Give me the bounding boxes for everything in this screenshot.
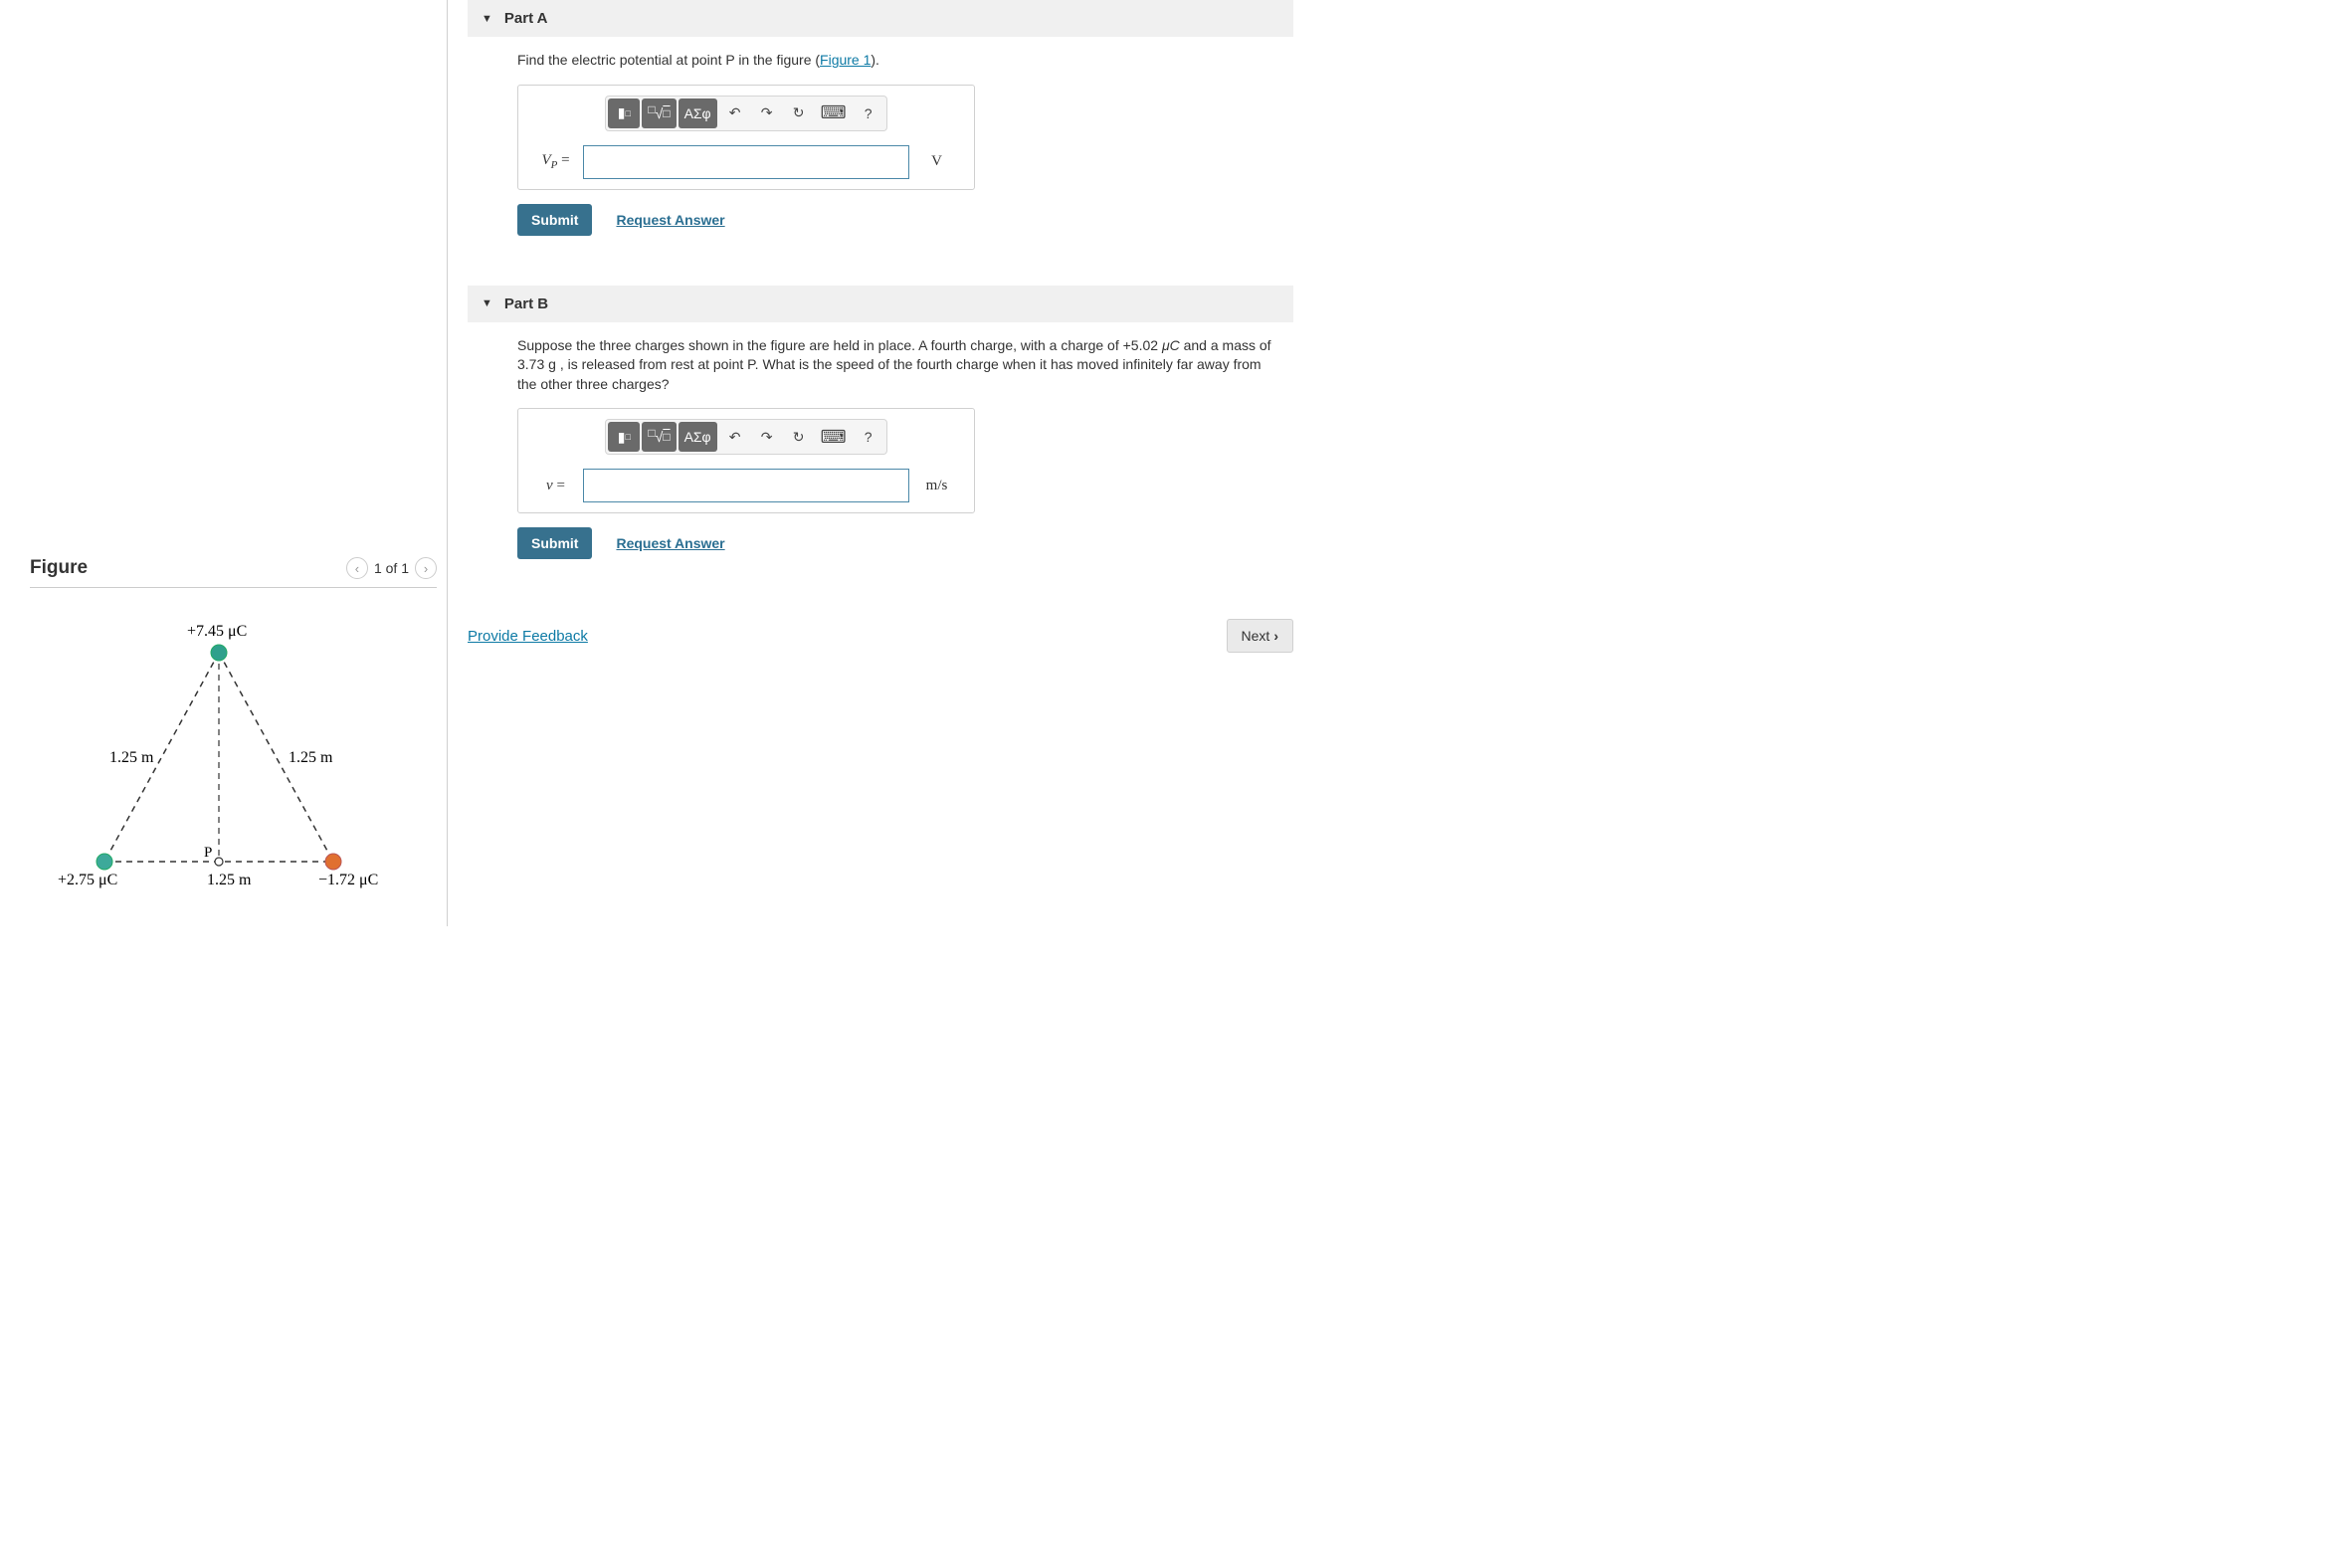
reset-icon[interactable]: ↻ <box>783 98 815 128</box>
part-b-unit: m/s <box>909 478 964 494</box>
part-b-prompt: Suppose the three charges shown in the f… <box>517 336 1273 395</box>
help-icon[interactable]: ? <box>853 98 884 128</box>
part-a-title: Part A <box>504 10 548 27</box>
keyboard-icon[interactable]: ⌨ <box>815 422 853 452</box>
part-b-answer-box: ▮□ □√□ ΑΣφ ↶ ↷ ↻ ⌨ ? v = m/s <box>517 408 975 513</box>
svg-text:−1.72 μC: −1.72 μC <box>318 872 378 888</box>
part-b-header[interactable]: ▼ Part B <box>468 286 1293 322</box>
next-button[interactable]: Next› <box>1227 619 1293 653</box>
keyboard-icon[interactable]: ⌨ <box>815 98 853 128</box>
figure-diagram: +7.45 μC +2.75 μC −1.72 μC 1.25 m 1.25 m… <box>30 608 408 906</box>
figure-prev-button[interactable]: ‹ <box>346 557 368 579</box>
sqrt-icon[interactable]: □√□ <box>642 98 676 128</box>
greek-button[interactable]: ΑΣφ <box>679 98 717 128</box>
reset-icon[interactable]: ↻ <box>783 422 815 452</box>
part-b-var-label: v = <box>528 478 583 494</box>
part-b-answer-input[interactable] <box>583 469 909 502</box>
svg-text:+2.75 μC: +2.75 μC <box>58 872 117 888</box>
part-b-title: Part B <box>504 295 548 312</box>
part-a-submit-button[interactable]: Submit <box>517 204 592 236</box>
part-a-answer-box: ▮□ □√□ ΑΣφ ↶ ↷ ↻ ⌨ ? VP = V <box>517 85 975 190</box>
part-b-submit-button[interactable]: Submit <box>517 527 592 559</box>
provide-feedback-link[interactable]: Provide Feedback <box>468 628 588 645</box>
figure-title: Figure <box>30 557 88 579</box>
svg-text:P: P <box>204 845 212 861</box>
template-icon[interactable]: ▮□ <box>608 98 640 128</box>
svg-text:1.25 m: 1.25 m <box>207 872 252 888</box>
part-b-request-answer-link[interactable]: Request Answer <box>616 535 724 551</box>
part-a-header[interactable]: ▼ Part A <box>468 0 1293 37</box>
sqrt-icon[interactable]: □√□ <box>642 422 676 452</box>
chevron-down-icon: ▼ <box>482 13 492 25</box>
figure-count: 1 of 1 <box>374 560 409 576</box>
equation-toolbar-b: ▮□ □√□ ΑΣφ ↶ ↷ ↻ ⌨ ? <box>605 419 886 455</box>
part-a-request-answer-link[interactable]: Request Answer <box>616 212 724 228</box>
greek-button[interactable]: ΑΣφ <box>679 422 717 452</box>
part-a-prompt: Find the electric potential at point P i… <box>517 51 1293 71</box>
figure-1-link[interactable]: Figure 1 <box>820 52 871 68</box>
svg-text:+7.45 μC: +7.45 μC <box>187 623 247 640</box>
figure-nav: ‹ 1 of 1 › <box>346 557 437 579</box>
part-a-answer-input[interactable] <box>583 145 909 179</box>
svg-text:1.25 m: 1.25 m <box>289 749 333 766</box>
part-b-body: Suppose the three charges shown in the f… <box>468 336 1293 580</box>
undo-icon[interactable]: ↶ <box>719 422 751 452</box>
redo-icon[interactable]: ↷ <box>751 98 783 128</box>
chevron-down-icon: ▼ <box>482 297 492 309</box>
part-a-unit: V <box>909 153 964 170</box>
template-icon[interactable]: ▮□ <box>608 422 640 452</box>
equation-toolbar-a: ▮□ □√□ ΑΣφ ↶ ↷ ↻ ⌨ ? <box>605 96 886 131</box>
undo-icon[interactable]: ↶ <box>719 98 751 128</box>
svg-text:1.25 m: 1.25 m <box>109 749 154 766</box>
chevron-right-icon: › <box>1273 628 1278 644</box>
help-icon[interactable]: ? <box>853 422 884 452</box>
part-a-var-label: VP = <box>528 152 583 171</box>
redo-icon[interactable]: ↷ <box>751 422 783 452</box>
figure-next-button[interactable]: › <box>415 557 437 579</box>
part-a-body: Find the electric potential at point P i… <box>468 51 1293 256</box>
